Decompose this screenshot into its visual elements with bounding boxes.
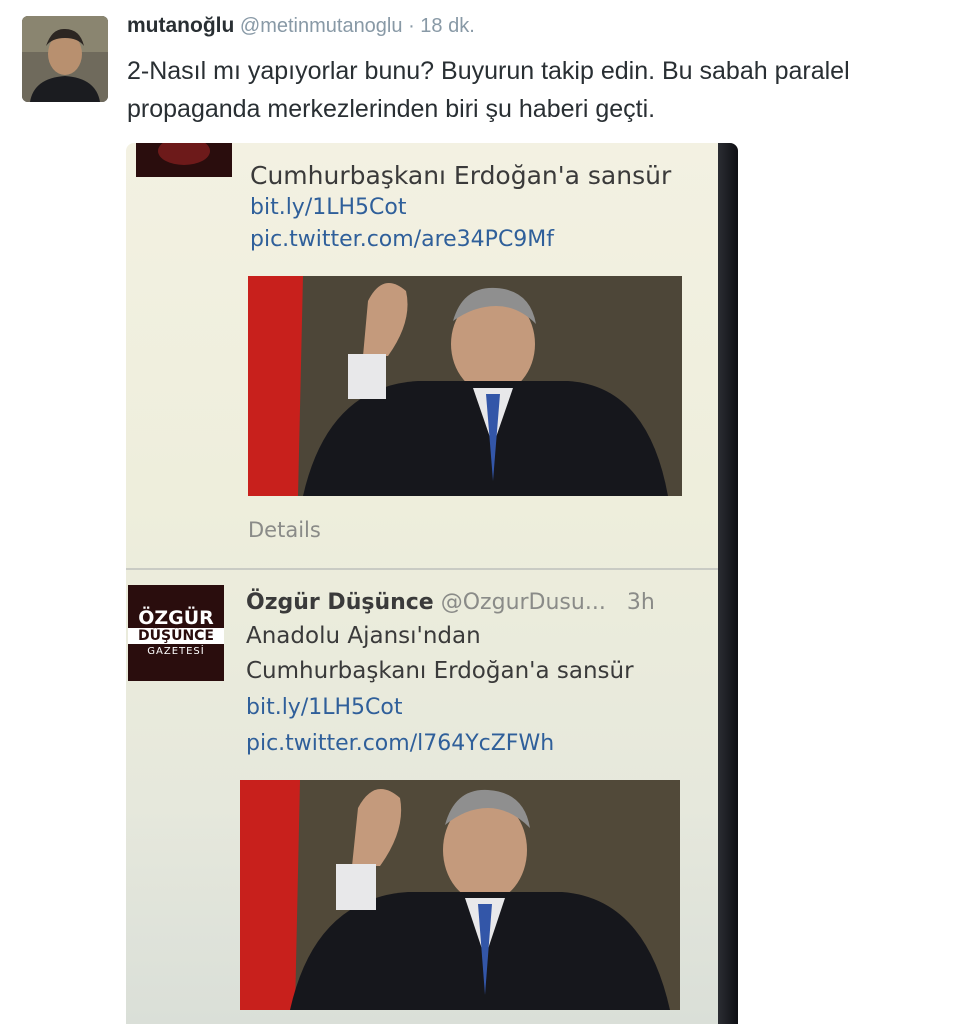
second-tweet-handle[interactable]: @OzgurDusu...: [441, 590, 606, 615]
logo-line-2: DÜŞÜNCE: [128, 628, 224, 644]
tweet-timestamp[interactable]: 18 dk.: [420, 15, 474, 37]
first-tweet-pic-link[interactable]: pic.twitter.com/are34PC9Mf: [250, 227, 554, 252]
speaker-photo: [240, 780, 680, 1010]
second-tweet-time[interactable]: 3h: [627, 590, 655, 615]
second-tweet-image[interactable]: [240, 780, 680, 1010]
logo-line-1: ÖZGÜR: [138, 607, 214, 629]
second-tweet-link[interactable]: bit.ly/1LH5Cot: [246, 695, 402, 720]
avatar-image: [22, 16, 108, 102]
tweet-header: mutanoğlu @metinmutanoglu · 18 dk.: [127, 14, 475, 38]
second-tweet-header: Özgür Düşünce @OzgurDusu... 3h: [246, 590, 655, 615]
header-separator: ·: [408, 15, 415, 37]
ozgur-dusunce-logo[interactable]: ÖZGÜR DÜŞÜNCE GAZETESİ: [128, 585, 224, 681]
author-handle[interactable]: @metinmutanoglu: [240, 15, 403, 37]
tweet-divider: [126, 568, 718, 570]
speaker-photo: [248, 276, 682, 496]
logo-line-3: GAZETESİ: [147, 646, 205, 657]
author-name[interactable]: mutanoğlu: [127, 14, 234, 37]
tweet-text: 2-Nasıl mı yapıyorlar bunu? Buyurun taki…: [127, 57, 850, 123]
author-avatar[interactable]: [22, 16, 108, 102]
first-tweet-headline: Cumhurbaşkanı Erdoğan'a sansür: [250, 161, 672, 190]
second-tweet-line-1: Anadolu Ajansı'ndan: [246, 623, 481, 649]
first-tweet-image[interactable]: [248, 276, 682, 496]
second-tweet-author-name[interactable]: Özgür Düşünce: [246, 590, 434, 615]
tweet-photo[interactable]: Cumhurbaşkanı Erdoğan'a sansür bit.ly/1L…: [126, 143, 738, 1024]
first-tweet-details-link[interactable]: Details: [248, 518, 321, 542]
second-tweet-line-2: Cumhurbaşkanı Erdoğan'a sansür: [246, 658, 634, 684]
second-tweet-pic-link[interactable]: pic.twitter.com/l764YcZFWh: [246, 731, 554, 756]
phone-bezel: [718, 143, 738, 1024]
first-tweet-link[interactable]: bit.ly/1LH5Cot: [250, 195, 406, 220]
partial-avatar-image: [136, 143, 232, 177]
